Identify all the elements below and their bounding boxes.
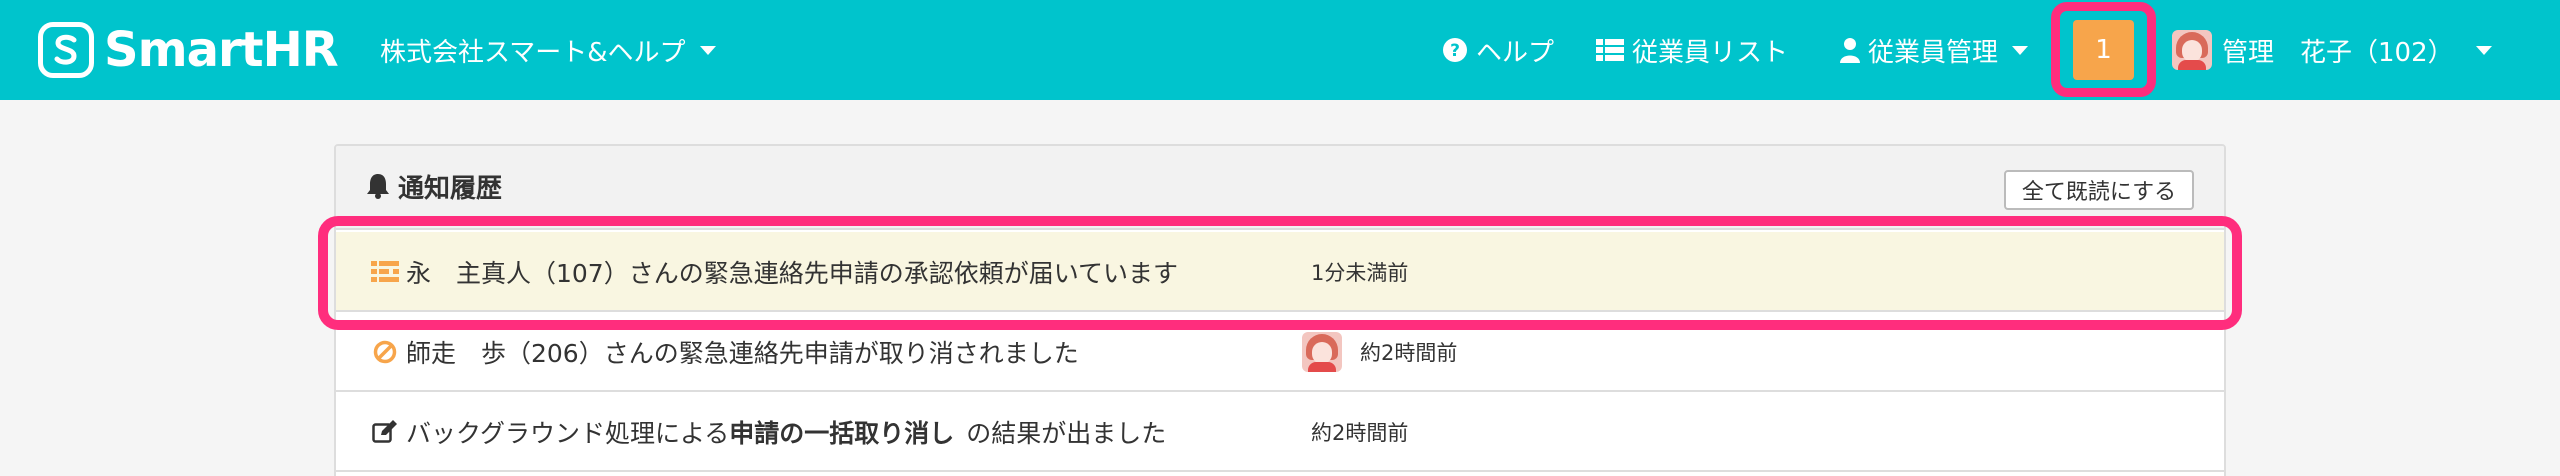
- bell-icon: [367, 174, 389, 199]
- logo-mark-icon: [38, 22, 94, 78]
- notification-time: 約2時間前: [1311, 421, 1409, 445]
- notification-text-part: の結果が出ました: [966, 419, 1167, 448]
- notification-row[interactable]: バックグラウンド処理による 申請の一括取り消し の結果が出ました 約2時間前: [336, 392, 2224, 472]
- company-selector[interactable]: 株式会社スマート&ヘルプ: [380, 28, 716, 72]
- help-label: ヘルプ: [1476, 37, 1555, 68]
- mark-all-read-button[interactable]: 全て既読にする: [2004, 170, 2194, 210]
- edit-icon: [370, 418, 400, 446]
- employee-mgmt-label: 従業員管理: [1868, 37, 1999, 68]
- notification-text-bold: 申請の一括取り消し: [729, 419, 955, 448]
- question-circle-icon: ?: [1443, 38, 1467, 62]
- company-name: 株式会社スマート&ヘルプ: [380, 37, 686, 68]
- panel-title: 通知履歴: [366, 164, 502, 208]
- chevron-down-icon: [699, 45, 716, 55]
- user-menu[interactable]: 管理 花子（102）: [2172, 28, 2492, 72]
- notification-text-part: バックグラウンド処理による: [406, 419, 730, 448]
- chevron-down-icon: [2475, 45, 2492, 55]
- list-icon: [1596, 39, 1624, 61]
- notification-text: バックグラウンド処理による 申請の一括取り消し の結果が出ました: [406, 410, 1166, 454]
- notification-count-badge[interactable]: 1: [2073, 20, 2134, 80]
- help-link[interactable]: ? ヘルプ: [1442, 28, 1554, 72]
- cancel-circle-icon: [370, 338, 400, 366]
- notification-time: 約2時間前: [1360, 341, 1458, 365]
- employee-list-label: 従業員リスト: [1632, 37, 1789, 68]
- smarthr-logo[interactable]: SmartHR: [38, 22, 339, 78]
- user-name: 管理 花子（102）: [2222, 37, 2454, 68]
- user-icon: [1840, 38, 1860, 63]
- avatar: [1302, 332, 1342, 372]
- unread-row-highlight: [318, 216, 2242, 330]
- employee-list-link[interactable]: 従業員リスト: [1596, 28, 1788, 72]
- chevron-down-icon: [2012, 45, 2029, 55]
- notification-text: 師走 歩（206）さんの緊急連絡先申請が取り消されました: [406, 339, 1079, 368]
- logo-text: SmartHR: [104, 22, 339, 78]
- svg-text:?: ?: [1450, 41, 1460, 61]
- panel-title-text: 通知履歴: [398, 173, 503, 204]
- notification-count: 1: [2095, 35, 2112, 65]
- avatar: [2172, 30, 2212, 70]
- employee-management-menu[interactable]: 従業員管理: [1840, 28, 2029, 72]
- top-header: SmartHR 株式会社スマート&ヘルプ ? ヘルプ 従業員リスト 従業員管理 …: [0, 0, 2560, 100]
